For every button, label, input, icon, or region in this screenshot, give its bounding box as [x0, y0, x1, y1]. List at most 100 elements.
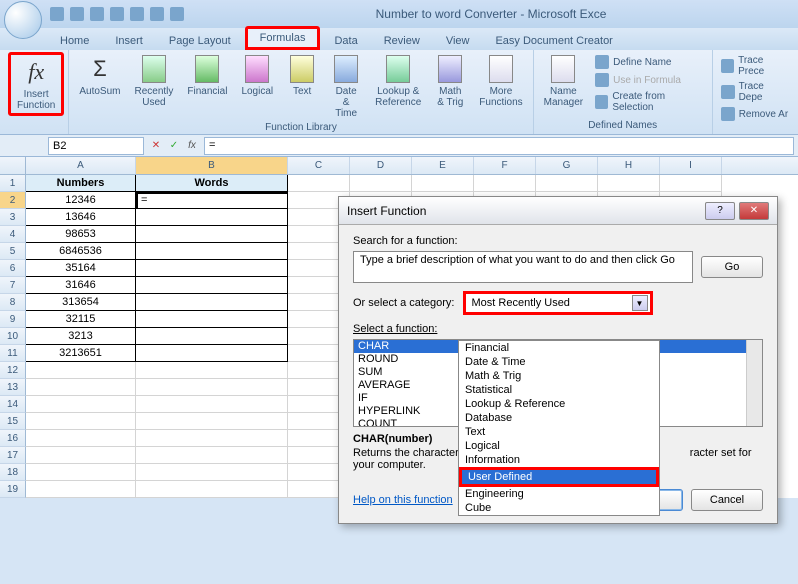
cancel-formula-icon[interactable]: ✕ [148, 138, 164, 154]
cancel-button[interactable]: Cancel [691, 489, 763, 511]
print-icon[interactable] [110, 7, 124, 21]
office-button[interactable] [4, 1, 42, 39]
col-header-a[interactable]: A [26, 157, 136, 174]
category-option[interactable]: Statistical [459, 383, 659, 397]
text-button[interactable]: Text [281, 52, 323, 99]
name-manager-button[interactable]: Name Manager [538, 52, 589, 110]
row-header[interactable]: 1 [0, 175, 26, 192]
create-from-selection-button[interactable]: Create from Selection [591, 90, 708, 114]
row-header[interactable]: 3 [0, 209, 26, 226]
go-button[interactable]: Go [701, 256, 763, 278]
cell[interactable] [136, 294, 288, 311]
dialog-close-button[interactable]: ✕ [739, 202, 769, 220]
tab-page-layout[interactable]: Page Layout [157, 32, 243, 50]
dialog-help-button[interactable]: ? [705, 202, 735, 220]
row-header[interactable]: 16 [0, 430, 26, 447]
tab-data[interactable]: Data [322, 32, 369, 50]
cell[interactable] [136, 464, 288, 481]
row-header[interactable]: 2 [0, 192, 26, 209]
col-header-h[interactable]: H [598, 157, 660, 174]
col-header-f[interactable]: F [474, 157, 536, 174]
row-header[interactable]: 12 [0, 362, 26, 379]
cell[interactable] [136, 311, 288, 328]
cell[interactable] [412, 175, 474, 192]
cell[interactable] [136, 277, 288, 294]
cell[interactable] [136, 396, 288, 413]
cell[interactable]: 3213 [26, 328, 136, 345]
cell[interactable] [136, 430, 288, 447]
col-header-e[interactable]: E [412, 157, 474, 174]
cell[interactable] [136, 481, 288, 498]
tab-view[interactable]: View [434, 32, 482, 50]
cell[interactable] [598, 175, 660, 192]
financial-button[interactable]: Financial [181, 52, 233, 99]
row-header[interactable]: 7 [0, 277, 26, 294]
use-in-formula-button[interactable]: Use in Formula [591, 72, 708, 88]
cell[interactable]: 313654 [26, 294, 136, 311]
cell[interactable] [136, 328, 288, 345]
function-list[interactable]: CHARROUNDSUMAVERAGEIFHYPERLINKCOUNT Fina… [353, 339, 763, 427]
cell[interactable]: 32115 [26, 311, 136, 328]
cell[interactable]: 6846536 [26, 243, 136, 260]
category-option[interactable]: Math & Trig [459, 369, 659, 383]
recently-used-button[interactable]: Recently Used [129, 52, 180, 110]
cell[interactable] [474, 175, 536, 192]
trace-dependents-button[interactable]: Trace Depe [717, 80, 794, 104]
cell[interactable] [536, 175, 598, 192]
select-all-corner[interactable] [0, 157, 26, 174]
category-option[interactable]: Financial [459, 341, 659, 355]
cell[interactable] [288, 175, 350, 192]
tab-review[interactable]: Review [372, 32, 432, 50]
redo-icon[interactable] [90, 7, 104, 21]
category-option[interactable]: Information [459, 453, 659, 467]
remove-arrows-button[interactable]: Remove Ar [717, 106, 794, 122]
lookup-button[interactable]: Lookup & Reference [369, 52, 427, 110]
row-header[interactable]: 14 [0, 396, 26, 413]
cell[interactable] [136, 413, 288, 430]
cell[interactable] [350, 175, 412, 192]
logical-button[interactable]: Logical [235, 52, 279, 99]
date-time-button[interactable]: Date & Time [325, 52, 367, 121]
category-option[interactable]: User Defined [459, 467, 659, 487]
row-header[interactable]: 6 [0, 260, 26, 277]
tab-easy-doc[interactable]: Easy Document Creator [483, 32, 624, 50]
category-option[interactable]: Cube [459, 501, 659, 515]
define-name-button[interactable]: Define Name [591, 54, 708, 70]
category-select[interactable]: Most Recently Used ▼ [463, 291, 653, 315]
cell[interactable]: 98653 [26, 226, 136, 243]
undo-icon[interactable] [70, 7, 84, 21]
category-option[interactable]: Logical [459, 439, 659, 453]
cell[interactable] [660, 175, 722, 192]
cell[interactable] [136, 243, 288, 260]
tab-insert[interactable]: Insert [103, 32, 155, 50]
cell[interactable] [26, 379, 136, 396]
cell[interactable] [136, 260, 288, 277]
cell[interactable] [136, 226, 288, 243]
cell[interactable] [136, 379, 288, 396]
trace-precedents-button[interactable]: Trace Prece [717, 54, 794, 78]
cell[interactable] [136, 362, 288, 379]
enter-formula-icon[interactable]: ✓ [166, 138, 182, 154]
tab-home[interactable]: Home [48, 32, 101, 50]
chevron-down-icon[interactable]: ▼ [632, 295, 648, 311]
row-header[interactable]: 8 [0, 294, 26, 311]
cell[interactable]: 35164 [26, 260, 136, 277]
fx-small-icon[interactable]: fx [184, 138, 200, 154]
category-option[interactable]: Database [459, 411, 659, 425]
cell[interactable] [136, 209, 288, 226]
col-header-g[interactable]: G [536, 157, 598, 174]
cell[interactable] [26, 430, 136, 447]
row-header[interactable]: 11 [0, 345, 26, 362]
preview-icon[interactable] [130, 7, 144, 21]
cell[interactable]: 31646 [26, 277, 136, 294]
formula-input[interactable]: = [204, 137, 794, 155]
save-icon[interactable] [50, 7, 64, 21]
more-functions-button[interactable]: More Functions [473, 52, 528, 110]
open-icon[interactable] [170, 7, 184, 21]
category-option[interactable]: Lookup & Reference [459, 397, 659, 411]
cell[interactable]: 13646 [26, 209, 136, 226]
row-header[interactable]: 4 [0, 226, 26, 243]
col-header-b[interactable]: B [136, 157, 288, 174]
category-option[interactable]: Date & Time [459, 355, 659, 369]
cell[interactable]: 12346 [26, 192, 136, 209]
